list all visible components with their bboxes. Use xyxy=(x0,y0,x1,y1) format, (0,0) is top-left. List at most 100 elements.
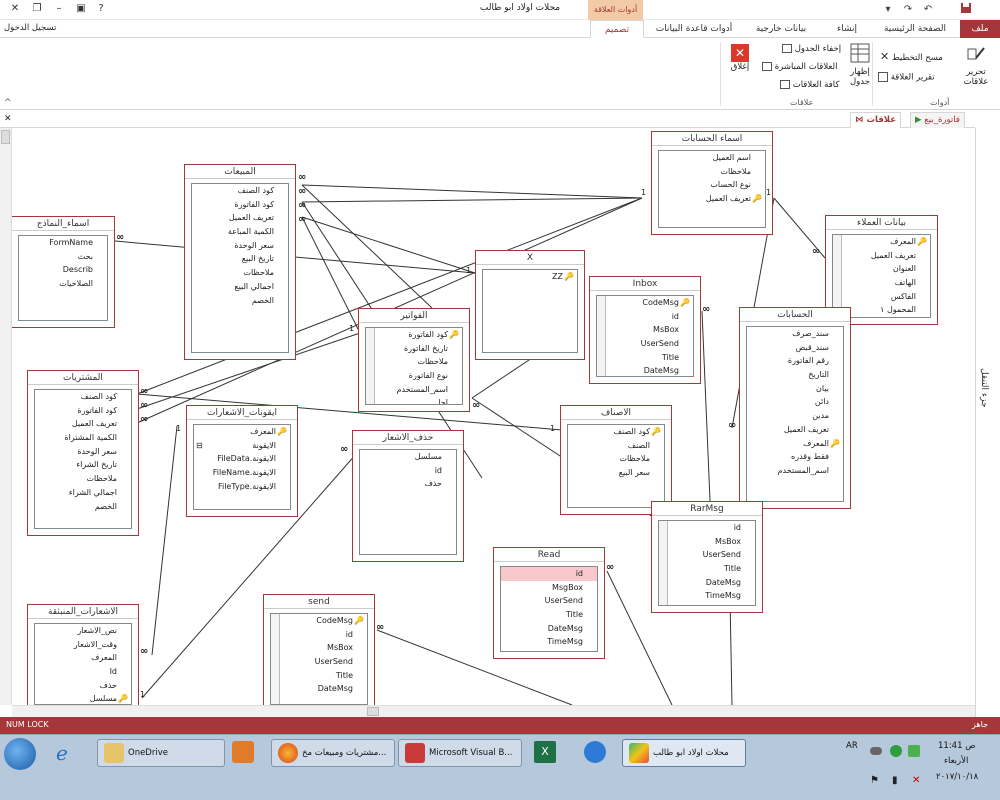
table-fawatir[interactable]: الفواتير كود الفاتورة 🔑 تاريخ الفاتورة مل… xyxy=(358,308,470,412)
tab-external-data[interactable]: بيانات خارجية xyxy=(742,20,820,38)
help-icon[interactable]: ? xyxy=(90,2,112,16)
field[interactable]: UserSend xyxy=(271,655,367,669)
clock-date[interactable]: ٢٠١٧/١٠/١٨ xyxy=(936,772,978,782)
field[interactable]: Describ xyxy=(19,263,107,277)
language-indicator[interactable]: AR xyxy=(846,741,858,751)
table-rarmsg[interactable]: RarMsg id MsBox UserSend Title DateMsg T… xyxy=(651,501,763,613)
ribbon-display-options-icon[interactable]: ▣ xyxy=(70,2,92,16)
primary-key-field[interactable]: كود الفاتورة 🔑 xyxy=(366,328,462,342)
field[interactable]: سند_قبض xyxy=(747,341,843,355)
table-ashaarat-munbathiqa[interactable]: الاشعارات_المنبثقة نص_الاشعار وقت_الاشعا… xyxy=(27,604,139,705)
field[interactable]: تعريف العميل xyxy=(35,417,131,431)
field[interactable]: اسم_المستخدم xyxy=(747,464,843,478)
collapse-toggle-icon[interactable]: ⊟ xyxy=(196,439,203,453)
field[interactable]: Title xyxy=(501,608,597,622)
taskbar-firefox-window[interactable]: مشتريات ومبيعات مخ... xyxy=(271,739,395,767)
field[interactable]: اسم العميل xyxy=(659,151,765,165)
field[interactable]: العنوان xyxy=(833,262,930,276)
field[interactable]: id xyxy=(659,521,755,535)
field[interactable]: اجل xyxy=(366,396,462,404)
tab-database-tools[interactable]: أدوات قاعدة البيانات xyxy=(648,20,740,38)
field[interactable]: TimeMsg xyxy=(501,635,597,649)
field[interactable]: ملاحظات xyxy=(192,266,288,280)
edit-relationships-button[interactable]: تحرير علاقات xyxy=(956,44,996,87)
network-icon[interactable] xyxy=(890,745,902,757)
tab-sales-invoice[interactable]: ▶ فاتورة_بيع xyxy=(910,112,965,128)
field[interactable]: كود الفاتورة xyxy=(35,404,131,418)
field[interactable]: اجمالي الشراء xyxy=(35,486,131,500)
hide-table-button[interactable]: إخفاء الجدول xyxy=(782,44,841,54)
field[interactable]: سعر البيع xyxy=(568,466,664,480)
field[interactable]: FileData.الايقونة xyxy=(194,452,290,466)
field[interactable]: نص_الاشعار xyxy=(35,624,131,638)
field[interactable]: تاريخ الشراء xyxy=(35,458,131,472)
field[interactable]: تعريف العميل xyxy=(192,211,288,225)
primary-key-field[interactable]: المعرف 🔑 xyxy=(833,235,930,249)
redo-icon[interactable]: ↷ xyxy=(900,2,916,18)
tab-create[interactable]: إنشاء xyxy=(822,20,872,38)
sync-app-icon[interactable] xyxy=(584,741,606,763)
relationship-report-button[interactable]: تقرير العلاقة xyxy=(878,72,935,83)
table-mushtarayat[interactable]: المشتريات كود الصنف كود الفاتورة تعريف ا… xyxy=(27,370,139,536)
tab-design[interactable]: تصميم xyxy=(590,20,644,38)
field[interactable]: FileName.الايقونة xyxy=(194,466,290,480)
taskbar-vb-window[interactable]: Microsoft Visual B... xyxy=(398,739,522,767)
navigation-pane[interactable]: جزء التنقل xyxy=(975,128,1000,717)
field[interactable]: UserSend xyxy=(659,548,755,562)
field[interactable]: كود الصنف xyxy=(192,184,288,198)
field[interactable]: ملاحظات xyxy=(659,165,765,179)
field[interactable]: حذف xyxy=(35,679,131,693)
field[interactable]: الخصم xyxy=(192,294,288,308)
field[interactable]: التاريخ xyxy=(747,368,843,382)
field[interactable]: DateMsg xyxy=(597,364,693,376)
field[interactable]: تاريخ الفاتورة xyxy=(366,342,462,356)
primary-key-field[interactable]: CodeMsg 🔑 xyxy=(271,614,367,628)
flag-icon[interactable]: ⚑ xyxy=(870,775,879,786)
vscroll-thumb[interactable] xyxy=(1,130,10,144)
field[interactable]: تعريف العميل xyxy=(747,423,843,437)
horizontal-scrollbar[interactable] xyxy=(12,705,975,717)
navigation-pane-label[interactable]: جزء التنقل xyxy=(979,368,989,408)
shield-icon[interactable] xyxy=(908,745,920,757)
attachment-field[interactable]: الايقونة ⊟ xyxy=(194,439,290,453)
excel-icon[interactable]: X xyxy=(534,741,556,763)
field[interactable]: id xyxy=(271,628,367,642)
field[interactable]: المعرف xyxy=(35,651,131,665)
all-relationships-button[interactable]: كافة العلاقات xyxy=(780,80,839,90)
primary-key-field[interactable]: مسلسل 🔑 xyxy=(35,692,131,704)
field[interactable]: MsBox xyxy=(271,641,367,655)
field[interactable]: DateMsg xyxy=(501,622,597,636)
field[interactable]: بحث xyxy=(19,250,107,264)
field[interactable]: سند_صرف xyxy=(747,327,843,341)
table-iconat[interactable]: ايقونات_الاشعارات المعرف 🔑 الايقونة ⊟ File… xyxy=(186,405,298,517)
field[interactable]: نوع الفاتورة xyxy=(366,369,462,383)
field[interactable]: اجمالي البيع xyxy=(192,280,288,294)
primary-key-field[interactable]: ZZ 🔑 xyxy=(483,270,577,284)
start-button[interactable] xyxy=(4,738,36,770)
field[interactable]: كود الفاتورة xyxy=(192,198,288,212)
close-document-icon[interactable]: ✕ xyxy=(4,114,12,124)
vertical-scrollbar[interactable] xyxy=(0,128,12,705)
field[interactable]: الخصم xyxy=(35,500,131,514)
internet-explorer-icon[interactable]: e xyxy=(56,741,68,765)
field[interactable]: الصنف xyxy=(568,439,664,453)
field[interactable]: FileType.الايقونة xyxy=(194,480,290,494)
primary-key-field[interactable]: المعرف 🔑 xyxy=(747,437,843,451)
field[interactable]: Id xyxy=(35,665,131,679)
field[interactable]: id xyxy=(597,310,693,324)
media-player-icon[interactable] xyxy=(232,741,254,763)
field[interactable]: وقت_الاشعار xyxy=(35,638,131,652)
field[interactable]: UserSend xyxy=(597,337,693,351)
tab-home[interactable]: الصفحة الرئيسية xyxy=(875,20,955,38)
field[interactable]: كود الصنف xyxy=(35,390,131,404)
field[interactable]: دائن xyxy=(747,395,843,409)
table-send[interactable]: send CodeMsg 🔑 id MsBox UserSend Title Da… xyxy=(263,594,375,705)
field[interactable]: Title xyxy=(271,669,367,683)
primary-key-field[interactable]: المعرف 🔑 xyxy=(194,425,290,439)
table-asnaf[interactable]: الاصناف كود الصنف 🔑 الصنف ملاحظات سعر الب… xyxy=(560,405,672,515)
field[interactable]: نوع الحساب xyxy=(659,178,765,192)
field[interactable]: DateMsg xyxy=(659,576,755,590)
field[interactable]: MsgBox xyxy=(501,581,597,595)
undo-icon[interactable]: ↶ xyxy=(920,2,936,18)
field[interactable]: سعر الوحدة xyxy=(192,239,288,253)
